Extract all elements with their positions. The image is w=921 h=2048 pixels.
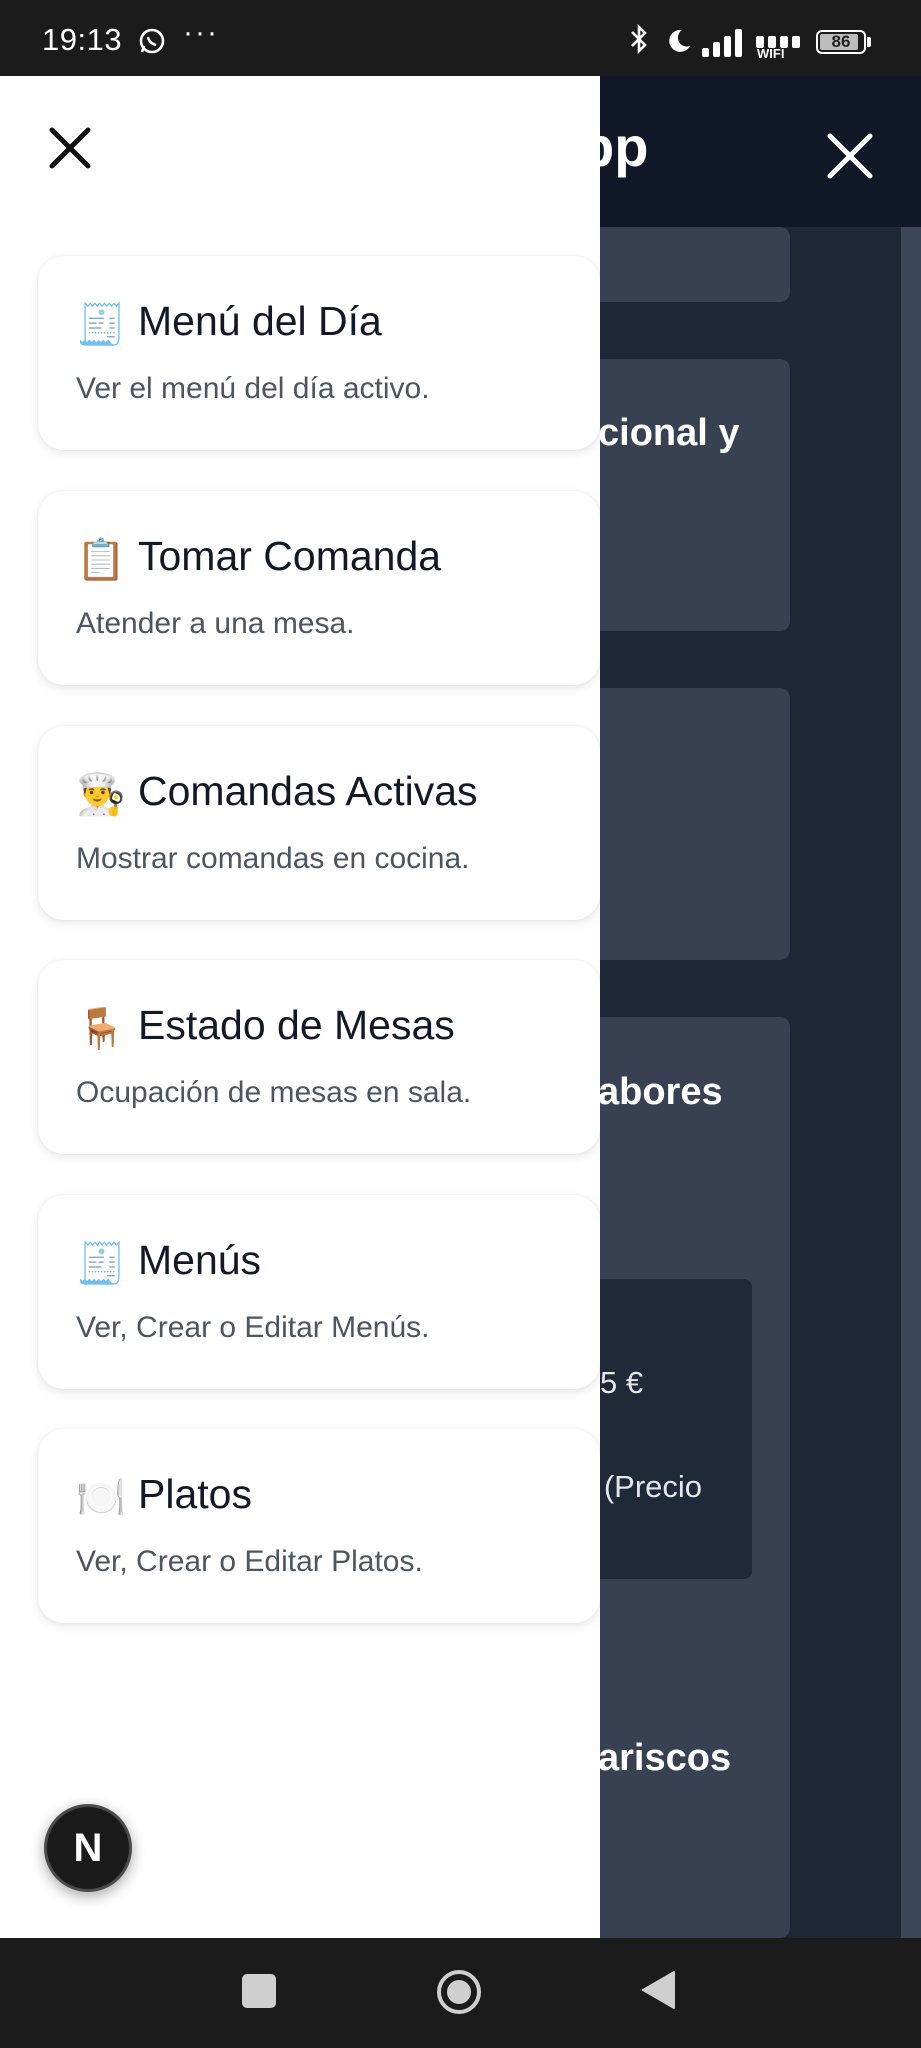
wifi-label: WIFI [757,46,785,61]
chair-icon: 🪑 [76,1006,126,1052]
recents-button[interactable] [242,1974,276,2008]
battery-icon: 86 [816,30,866,54]
chef-icon: 👨‍🍳 [76,772,126,818]
system-navigation-bar [0,1938,921,2048]
receipt-icon: 🧾 [76,1241,126,1287]
whatsapp-icon [139,28,165,54]
nav-item-comandas-activas[interactable]: 👨‍🍳 Comandas Activas Mostrar comandas en… [38,726,600,920]
nav-item-platos[interactable]: 🍽️ Platos Ver, Crear o Editar Platos. [38,1429,600,1623]
nav-item-description: Atender a una mesa. [76,607,355,640]
battery-tip [867,37,871,47]
background-text: ariscos [598,1737,732,1779]
clipboard-icon: 📋 [76,537,126,583]
close-icon[interactable] [822,128,878,184]
nav-item-title: Comandas Activas [138,768,478,814]
nav-item-title: Tomar Comanda [138,533,442,579]
status-bar: 19:13 ··· WIFI 86 [0,0,921,76]
nav-item-description: Mostrar comandas en cocina. [76,842,470,875]
nav-item-description: Ver, Crear o Editar Platos. [76,1545,423,1578]
nav-item-title: Estado de Mesas [138,1002,455,1048]
navigation-drawer: 🧾 Menú del Día Ver el menú del día activ… [0,76,600,1938]
background-text: abores [598,1071,723,1113]
do-not-disturb-moon-icon [669,29,690,52]
close-icon[interactable] [46,124,94,172]
nav-item-tomar-comanda[interactable]: 📋 Tomar Comanda Atender a una mesa. [38,491,600,685]
battery-level: 86 [831,32,851,51]
bluetooth-icon [631,24,647,54]
nav-item-description: Ocupación de mesas en sala. [76,1076,472,1109]
receipt-icon: 🧾 [76,302,126,348]
nav-item-title: Menús [138,1237,262,1283]
background-text: cional y [598,412,740,454]
back-button[interactable] [640,1970,676,2010]
nav-item-title: Platos [138,1471,252,1517]
home-button[interactable] [435,1968,483,2016]
background-text: 5 € [600,1365,644,1400]
status-overflow-dots: ··· [183,16,219,49]
status-time: 19:13 [42,22,123,57]
nextjs-dev-badge[interactable]: N [44,1804,132,1892]
nav-item-menu-del-dia[interactable]: 🧾 Menú del Día Ver el menú del día activ… [38,256,600,450]
nav-item-title: Menú del Día [138,298,382,344]
nav-item-description: Ver, Crear o Editar Menús. [76,1311,430,1344]
scrollbar[interactable] [901,227,921,1938]
nav-item-menus[interactable]: 🧾 Menús Ver, Crear o Editar Menús. [38,1195,600,1389]
nav-item-description: Ver el menú del día activo. [76,372,430,405]
plate-cutlery-icon: 🍽️ [76,1475,126,1521]
nav-item-estado-de-mesas[interactable]: 🪑 Estado de Mesas Ocupación de mesas en … [38,960,600,1154]
cell-signal-icon [702,29,742,57]
